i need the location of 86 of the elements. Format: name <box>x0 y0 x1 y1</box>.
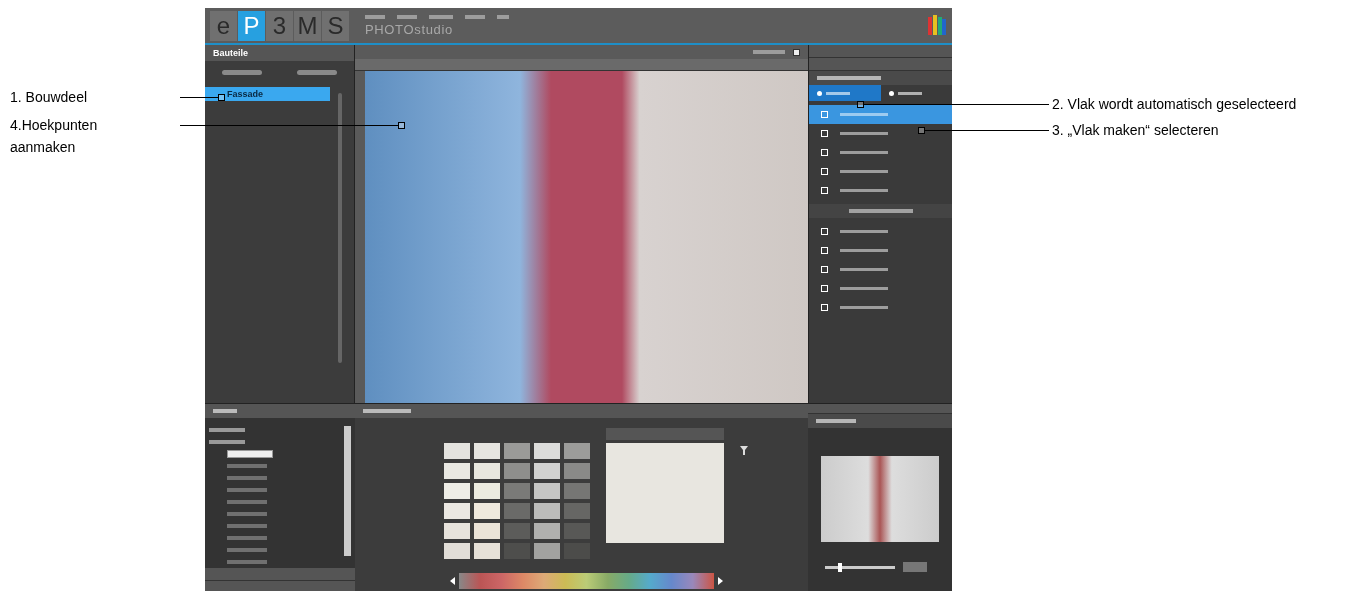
color-tree-item[interactable] <box>227 512 267 516</box>
panel-title: Bauteile <box>205 45 354 61</box>
collapsed-section[interactable] <box>809 58 952 71</box>
callout-marker <box>857 101 864 108</box>
color-tree-item[interactable] <box>209 440 245 444</box>
color-swatch[interactable] <box>534 443 560 459</box>
color-spectrum-strip[interactable] <box>459 573 714 589</box>
leader-line <box>180 97 218 98</box>
blurred-label <box>848 209 913 213</box>
color-swatch[interactable] <box>444 523 470 539</box>
zoom-field[interactable] <box>903 562 927 572</box>
color-tree-item[interactable] <box>209 428 245 432</box>
menu-item[interactable] <box>429 15 453 19</box>
color-swatch[interactable] <box>564 443 590 459</box>
logo-letter: 3 <box>266 10 293 41</box>
option-label <box>753 50 785 54</box>
color-swatch[interactable] <box>474 543 500 559</box>
color-tree-item[interactable] <box>227 536 267 540</box>
logo-letter: M <box>294 10 321 41</box>
slider-thumb[interactable] <box>838 562 843 572</box>
callout-marker <box>398 122 405 129</box>
checkbox[interactable] <box>793 48 800 56</box>
color-swatch[interactable] <box>504 503 530 519</box>
color-swatch[interactable] <box>444 463 470 479</box>
color-swatch[interactable] <box>444 503 470 519</box>
color-swatch[interactable] <box>504 463 530 479</box>
logo-letter: e <box>210 10 237 41</box>
color-swatch[interactable] <box>444 443 470 459</box>
color-swatch[interactable] <box>444 543 470 559</box>
color-swatch[interactable] <box>504 443 530 459</box>
color-swatch[interactable] <box>564 483 590 499</box>
color-swatch[interactable] <box>504 483 530 499</box>
callout-label: 4.Hoekpunten aanmaken <box>10 116 99 157</box>
product-name: PHOTOstudio <box>365 23 454 36</box>
color-swatch[interactable] <box>534 523 560 539</box>
add-option[interactable] <box>222 69 263 75</box>
logo-icon <box>927 14 947 37</box>
color-swatch[interactable] <box>534 483 560 499</box>
callout-label: 1. Bouwdeel <box>10 88 89 107</box>
collapsed-section[interactable] <box>809 45 952 58</box>
collapsed-section[interactable] <box>808 404 952 414</box>
remove-option[interactable] <box>296 69 337 75</box>
blurred-label <box>213 409 237 413</box>
color-tree-item[interactable] <box>227 488 267 492</box>
blurred-label <box>817 76 881 80</box>
color-swatch[interactable] <box>474 483 500 499</box>
color-tree-item[interactable] <box>227 450 273 458</box>
color-swatch[interactable] <box>564 463 590 479</box>
color-swatch[interactable] <box>564 523 590 539</box>
color-tree-item[interactable] <box>227 464 267 468</box>
color-swatch[interactable] <box>534 463 560 479</box>
color-tree-item[interactable] <box>227 560 267 564</box>
collapsed-section[interactable] <box>205 580 355 591</box>
scrollbar[interactable] <box>338 93 342 363</box>
callout-label: 2. Vlak wordt automatisch geselecteerd <box>1052 96 1297 112</box>
callout-marker <box>218 94 225 101</box>
menu-item[interactable] <box>465 15 485 19</box>
color-tree-item[interactable] <box>227 476 267 480</box>
color-tree-item[interactable] <box>227 548 267 552</box>
menu-item[interactable] <box>365 15 385 19</box>
color-tree-item[interactable] <box>227 524 267 528</box>
color-swatch[interactable] <box>504 523 530 539</box>
color-swatch[interactable] <box>474 463 500 479</box>
mode-tab[interactable] <box>809 85 881 101</box>
blurred-label <box>363 409 411 413</box>
scrollbar[interactable] <box>344 426 351 556</box>
color-swatch[interactable] <box>534 543 560 559</box>
menu-item[interactable] <box>397 15 417 19</box>
blurred-label <box>816 419 856 423</box>
color-swatch[interactable] <box>474 443 500 459</box>
tree-item[interactable]: Fassade <box>205 87 330 101</box>
color-swatch[interactable] <box>474 523 500 539</box>
scroll-right-arrow[interactable] <box>718 577 723 585</box>
color-swatch[interactable] <box>474 503 500 519</box>
color-tree-item[interactable] <box>227 500 267 504</box>
color-swatch[interactable] <box>564 503 590 519</box>
filter-icon[interactable] <box>740 446 748 455</box>
collapsed-section[interactable] <box>205 567 355 580</box>
color-swatch[interactable] <box>444 483 470 499</box>
callout-marker <box>918 127 925 134</box>
logo-letter: P <box>238 10 265 41</box>
zoom-slider[interactable] <box>825 562 895 572</box>
logo-letter: S <box>322 10 349 41</box>
callout-label: 3. „Vlak maken“ selecteren <box>1052 122 1219 138</box>
color-swatch[interactable] <box>534 503 560 519</box>
menu-item[interactable] <box>497 15 509 19</box>
